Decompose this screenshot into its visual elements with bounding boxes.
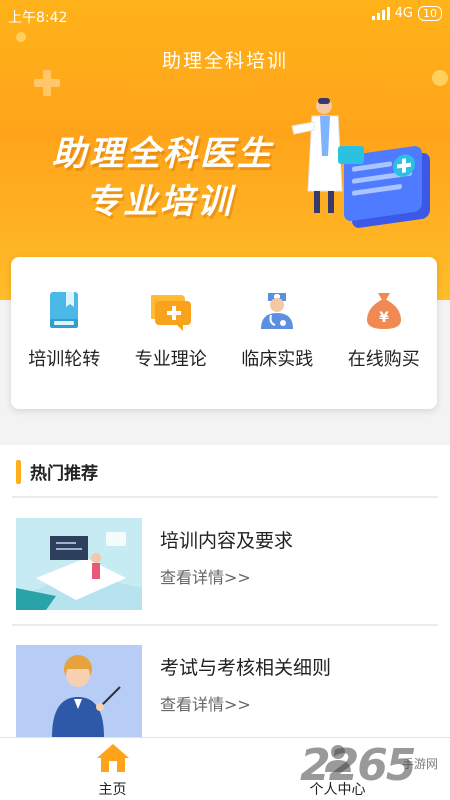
divider xyxy=(12,624,438,626)
svg-text:¥: ¥ xyxy=(379,310,389,326)
section-header: 热门推荐 xyxy=(16,459,98,484)
status-time: 上午8:42 xyxy=(8,10,68,26)
status-bar: 上午8:42 4G 10 xyxy=(0,0,450,30)
view-details-link[interactable]: 查看详情>> xyxy=(160,691,251,715)
article-title: 培训内容及要求 xyxy=(160,530,294,552)
banner-headline: 助理全科医生 xyxy=(52,134,274,174)
menu-item-clinical-practice[interactable]: 临床实践 xyxy=(227,289,327,409)
doctor-illustration-icon xyxy=(291,98,430,228)
feature-menu: 培训轮转 专业理论 临床实践 ¥ 在线购买 xyxy=(11,257,437,409)
page-title: 助理全科培训 xyxy=(161,50,288,72)
home-icon xyxy=(96,744,129,772)
status-indicators: 4G 10 xyxy=(371,6,442,21)
article-thumbnail xyxy=(16,518,142,610)
tab-home[interactable]: 主页 xyxy=(0,738,225,800)
menu-item-label: 在线购买 xyxy=(347,349,420,370)
signal-icon xyxy=(371,7,390,20)
message-plus-icon xyxy=(150,295,191,331)
battery-icon: 10 xyxy=(418,6,442,21)
divider xyxy=(12,496,438,498)
menu-item-label: 专业理论 xyxy=(134,349,207,370)
section-title: 热门推荐 xyxy=(30,464,98,484)
dot-decoration xyxy=(16,32,26,42)
hero-banner: 上午8:42 4G 10 助理全科培训 助理全科医生 专业培训 xyxy=(0,0,450,300)
plus-decoration-icon xyxy=(34,70,60,96)
menu-item-label: 临床实践 xyxy=(241,349,314,370)
menu-item-professional-theory[interactable]: 专业理论 xyxy=(121,289,221,409)
money-bag-icon: ¥ xyxy=(366,293,401,329)
book-icon xyxy=(50,292,79,328)
network-type: 4G xyxy=(394,6,413,21)
section-accent-bar xyxy=(16,459,21,484)
menu-item-training-rotation[interactable]: 培训轮转 xyxy=(14,289,114,409)
article-item-training-content[interactable]: 培训内容及要求 查看详情>> xyxy=(16,518,436,610)
menu-item-label: 培训轮转 xyxy=(28,349,101,370)
article-item-exam-rules[interactable]: 考试与考核相关细则 查看详情>> xyxy=(16,645,436,737)
doctor-icon xyxy=(261,293,294,329)
banner-subheadline: 专业培训 xyxy=(86,182,234,222)
view-details-link[interactable]: 查看详情>> xyxy=(160,564,251,588)
article-title: 考试与考核相关细则 xyxy=(160,657,332,679)
tab-label: 主页 xyxy=(98,782,127,798)
menu-item-online-purchase[interactable]: ¥ 在线购买 xyxy=(334,289,434,409)
watermark-subtext: 手游网 xyxy=(402,757,439,771)
watermark-logo: 2265 xyxy=(300,740,416,791)
article-thumbnail xyxy=(16,645,142,737)
